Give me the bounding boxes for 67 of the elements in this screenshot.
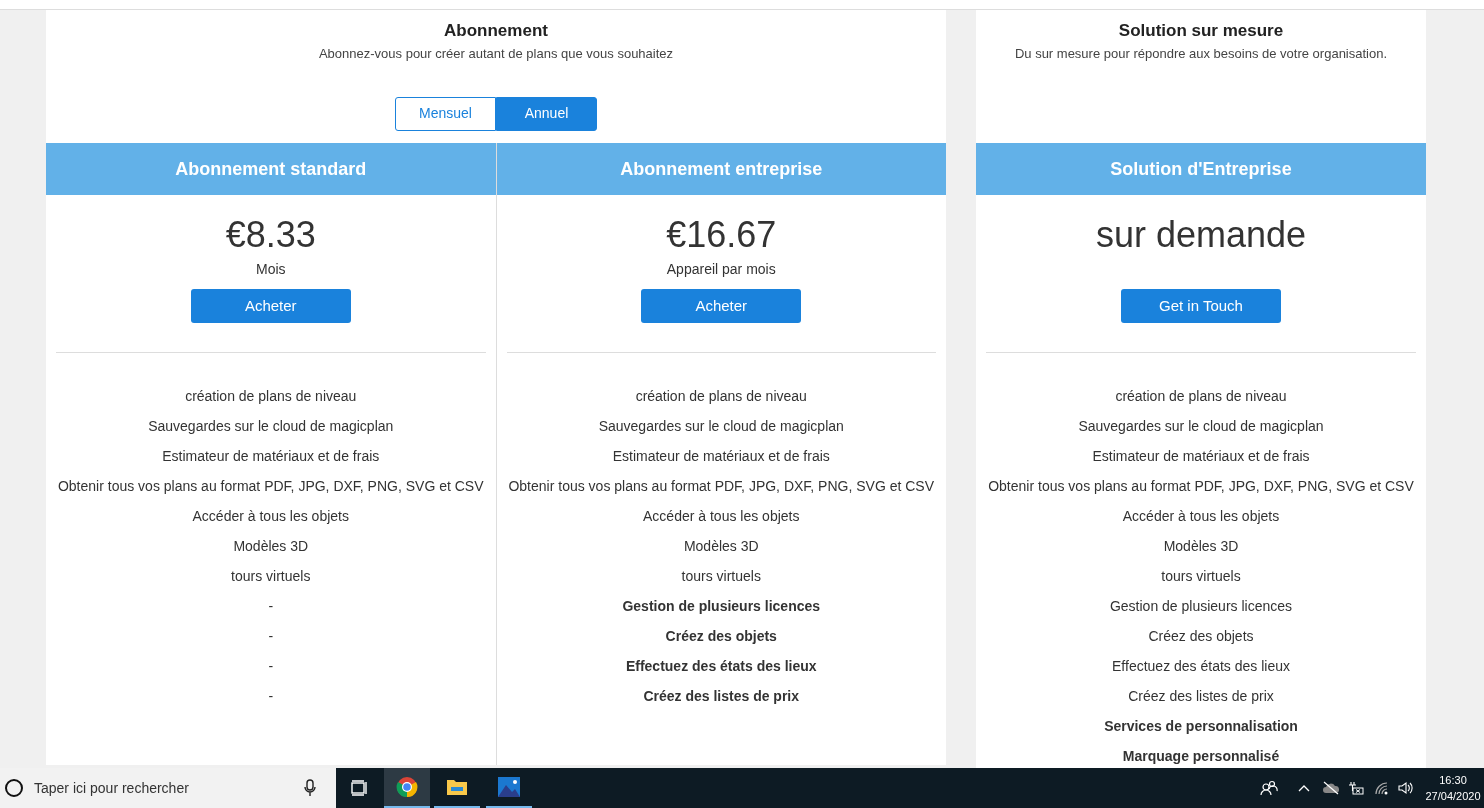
- feature-text: Créez des objets: [665, 626, 777, 646]
- feature-text: Obtenir tous vos plans au format PDF, JPG, DXF, PNG, SVG et CSV: [57, 476, 484, 496]
- section-title: Solution sur mesure: [1118, 20, 1284, 42]
- feature-text: Marquage personnalisé: [1122, 746, 1280, 766]
- photos-icon: [498, 777, 520, 797]
- feature-text: Créez des listes de prix: [1128, 686, 1274, 706]
- price: €16.67: [666, 213, 777, 257]
- cloud-icon[interactable]: [1322, 781, 1340, 795]
- price: €8.33: [225, 213, 316, 257]
- feature-text: -: [268, 626, 274, 646]
- feature-text: -: [268, 686, 274, 706]
- billing-tab[interactable]: Mensuel: [395, 96, 496, 131]
- folder-icon: [446, 778, 468, 796]
- people-icon[interactable]: [1260, 780, 1278, 796]
- feature-text: Obtenir tous vos plans au format PDF, JPG, DXF, PNG, SVG et CSV: [988, 476, 1414, 496]
- feature-text: Sauvegardes sur le cloud de magicplan: [148, 416, 394, 436]
- feature-text: Gestion de plusieurs licences: [1109, 596, 1293, 616]
- feature-text: Accéder à tous les objets: [1122, 506, 1280, 526]
- feature-text: tours virtuels: [231, 566, 311, 586]
- feature-text: Créez des listes de prix: [643, 686, 800, 706]
- feature-text: -: [268, 656, 274, 676]
- battery-icon[interactable]: [1348, 781, 1364, 795]
- billing-tab[interactable]: Annuel: [496, 96, 597, 131]
- feature-text: Services de personnalisation: [1104, 716, 1298, 736]
- clock[interactable]: 16:30 27/04/2020: [1422, 772, 1484, 804]
- buy-button[interactable]: Acheter: [190, 289, 351, 323]
- feature-text: Modèles 3D: [683, 536, 759, 556]
- plan-header: Abonnement standard: [46, 143, 496, 195]
- feature-text: Gestion de plusieurs licences: [622, 596, 821, 616]
- feature-text: Sauvegardes sur le cloud de magicplan: [598, 416, 844, 436]
- feature-text: création de plans de niveau: [1115, 386, 1287, 406]
- chevron-up-icon[interactable]: [1298, 784, 1310, 792]
- feature-text: création de plans de niveau: [185, 386, 357, 406]
- section-title: Abonnement: [444, 20, 548, 42]
- feature-text: Estimateur de matériaux et de frais: [1092, 446, 1310, 466]
- price: sur demande: [1095, 213, 1307, 257]
- feature-text: Accéder à tous les objets: [192, 506, 349, 526]
- plan-header: Solution d'Entreprise: [976, 143, 1426, 195]
- task-view-icon[interactable]: [351, 780, 369, 796]
- plan-header: Abonnement entreprise: [496, 143, 946, 195]
- feature-text: Estimateur de matériaux et de frais: [162, 446, 380, 466]
- microphone-icon[interactable]: [304, 779, 316, 797]
- feature-text: Effectuez des états des lieux: [1112, 656, 1290, 676]
- buy-button[interactable]: Get in Touch: [1121, 289, 1281, 323]
- wifi-icon[interactable]: [1374, 781, 1390, 795]
- feature-text: Effectuez des états des lieux: [625, 656, 817, 676]
- buy-button[interactable]: Acheter: [641, 289, 802, 323]
- price-period: Appareil par mois: [666, 260, 776, 279]
- feature-text: Obtenir tous vos plans au format PDF, JPG, DXF, PNG, SVG et CSV: [508, 476, 935, 496]
- feature-text: tours virtuels: [1161, 566, 1241, 586]
- feature-text: Modèles 3D: [233, 536, 309, 556]
- feature-text: Modèles 3D: [1163, 536, 1239, 556]
- feature-text: Estimateur de matériaux et de frais: [612, 446, 830, 466]
- browser-icon: [396, 776, 418, 798]
- feature-text: tours virtuels: [681, 566, 761, 586]
- browser-taskbar-button[interactable]: [384, 768, 430, 808]
- feature-text: Créez des objets: [1148, 626, 1254, 646]
- price-period: Mois: [255, 260, 286, 279]
- feature-text: Sauvegardes sur le cloud de magicplan: [1078, 416, 1324, 436]
- feature-text: création de plans de niveau: [635, 386, 807, 406]
- feature-text: -: [268, 596, 274, 616]
- section-subtitle: Abonnez-vous pour créer autant de plans que vous souhaitez: [318, 45, 674, 63]
- volume-icon[interactable]: [1398, 781, 1414, 795]
- search-field[interactable]: Taper ici pour rechercher: [0, 768, 336, 808]
- search-icon: [4, 778, 24, 798]
- section-subtitle: Du sur mesure pour répondre aux besoins de votre organisation.: [1014, 45, 1388, 63]
- feature-text: Accéder à tous les objets: [643, 506, 800, 526]
